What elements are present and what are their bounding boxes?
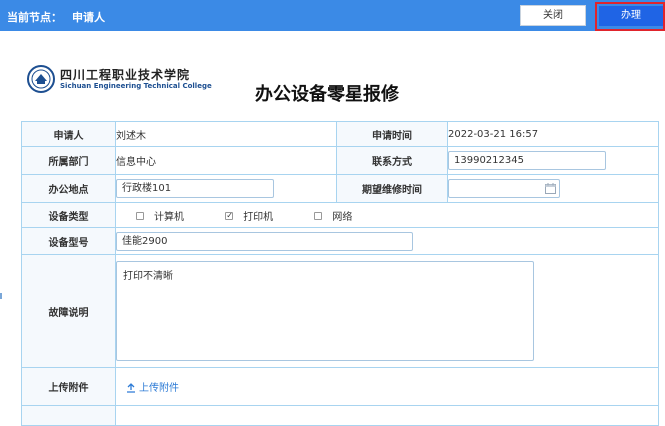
left-edge-marker <box>0 293 2 299</box>
applicant-value: 刘述木 <box>115 121 337 147</box>
table-row: 办公地点 行政楼101 期望维修时间 <box>21 174 659 203</box>
apply-time-value: 2022-03-21 16:57 <box>447 121 659 147</box>
attachment-cell: 上传附件 <box>115 367 659 406</box>
college-name-en: Sichuan Engineering Technical College <box>60 82 212 90</box>
table-row: 故障说明 打印不清晰 <box>21 254 659 368</box>
table-row: 设备类型 计算机 ✓ 打印机 网络 <box>21 202 659 228</box>
department-label: 所属部门 <box>21 146 116 175</box>
location-label: 办公地点 <box>21 174 116 203</box>
contact-cell: 13990212345 <box>447 146 659 175</box>
fault-description-textarea[interactable]: 打印不清晰 <box>116 261 534 361</box>
calendar-icon[interactable] <box>545 183 556 194</box>
handle-button-highlight: 办理 <box>595 2 665 31</box>
upload-icon <box>127 383 135 393</box>
attachment-label: 上传附件 <box>21 367 116 406</box>
expected-time-cell <box>447 174 659 203</box>
checkbox-printer[interactable]: ✓ <box>225 211 234 220</box>
location-cell: 行政楼101 <box>115 174 337 203</box>
option-label: 计算机 <box>154 211 184 223</box>
expected-time-field[interactable] <box>448 179 560 198</box>
top-bar: 当前节点： 申请人 关闭 办理 <box>0 0 665 31</box>
contact-field[interactable]: 13990212345 <box>448 151 606 170</box>
checkbox-network[interactable] <box>314 211 323 220</box>
model-cell: 佳能2900 <box>115 227 659 255</box>
fault-label: 故障说明 <box>21 254 116 368</box>
college-logo-emblem <box>27 65 55 97</box>
department-value: 信息中心 <box>115 146 337 175</box>
device-type-option[interactable]: 网络 <box>314 208 352 223</box>
device-type-label: 设备类型 <box>21 202 116 228</box>
expected-time-label: 期望维修时间 <box>336 174 448 203</box>
apply-time-label: 申请时间 <box>336 121 448 147</box>
fault-cell: 打印不清晰 <box>115 254 659 368</box>
table-row: 申请人 刘述木 申请时间 2022-03-21 16:57 <box>21 121 659 147</box>
handle-button[interactable]: 办理 <box>599 6 663 26</box>
option-label: 网络 <box>332 211 353 223</box>
upload-attachment-button[interactable]: 上传附件 <box>126 383 179 394</box>
applicant-label: 申请人 <box>21 121 116 147</box>
form-title: 办公设备零星报修 <box>255 84 399 105</box>
model-field[interactable]: 佳能2900 <box>116 231 413 251</box>
current-node-label: 当前节点： <box>7 11 62 24</box>
current-node: 当前节点： 申请人 <box>7 9 105 25</box>
location-field[interactable]: 行政楼101 <box>116 179 274 198</box>
table-row: 所属部门 信息中心 联系方式 13990212345 <box>21 146 659 175</box>
current-node-value: 申请人 <box>72 11 105 24</box>
device-type-option[interactable]: 计算机 <box>136 208 184 223</box>
checkbox-computer[interactable] <box>136 211 144 220</box>
device-type-option[interactable]: ✓ 打印机 <box>225 208 273 223</box>
upload-label: 上传附件 <box>139 383 179 394</box>
repair-form-table: 申请人 刘述木 申请时间 2022-03-21 16:57 所属部门 信息中心 … <box>21 121 659 426</box>
close-button[interactable]: 关闭 <box>520 5 586 26</box>
table-row: 设备型号 佳能2900 <box>21 227 659 255</box>
table-row: 上传附件 上传附件 <box>21 367 659 406</box>
option-label: 打印机 <box>243 211 274 223</box>
model-label: 设备型号 <box>21 227 116 255</box>
college-name-cn: 四川工程职业技术学院 <box>60 68 191 82</box>
device-type-options: 计算机 ✓ 打印机 网络 <box>115 202 659 228</box>
contact-label: 联系方式 <box>336 146 448 175</box>
